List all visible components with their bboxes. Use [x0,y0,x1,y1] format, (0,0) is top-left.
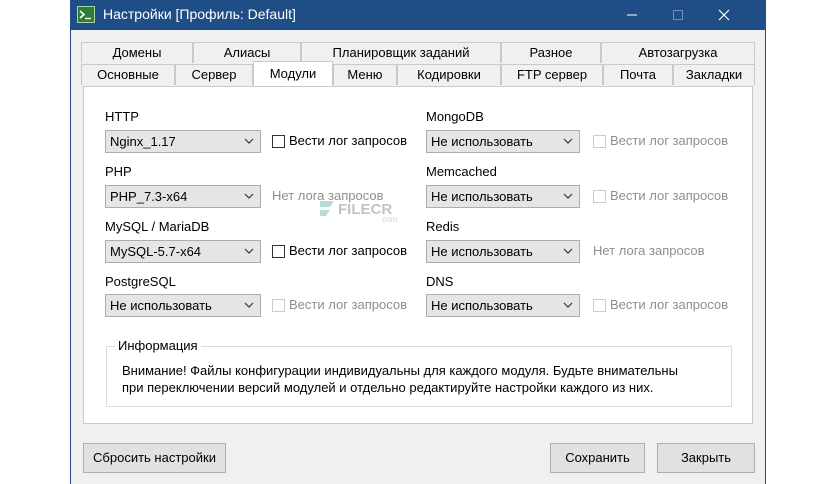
minimize-button[interactable] [609,0,655,30]
tab-domains[interactable]: Домены [81,42,193,63]
info-groupbox: Информация Внимание! Файлы конфигурации … [106,338,732,407]
close-button[interactable]: Закрыть [657,443,755,473]
php-select[interactable]: PHP_7.3-x64 [105,185,261,208]
title-bar[interactable]: Настройки [Профиль: Default] [71,0,765,30]
postgresql-select[interactable]: Не использовать [105,294,261,317]
settings-window: Настройки [Профиль: Default] Домены Алиа… [70,0,766,484]
chevron-down-icon [563,248,573,254]
php-select-value: PHP_7.3-x64 [110,189,188,204]
php-no-log-text: Нет лога запросов [272,188,384,203]
checkbox-box[interactable] [272,245,285,258]
info-title: Информация [115,338,201,353]
close-icon [718,9,730,21]
mongodb-label: MongoDB [426,109,484,124]
memcached-select[interactable]: Не использовать [426,185,580,208]
redis-select-value: Не использовать [431,244,533,259]
chevron-down-icon [244,193,254,199]
http-label: HTTP [105,109,139,124]
checkbox-box [593,190,606,203]
checkbox-box[interactable] [272,135,285,148]
memcached-label: Memcached [426,164,497,179]
dns-log-label: Вести лог запросов [610,297,729,312]
postgresql-log-label: Вести лог запросов [289,297,408,312]
info-line-1: Внимание! Файлы конфигурации индивидуаль… [122,363,678,378]
dns-select[interactable]: Не использовать [426,294,580,317]
mysql-log-label: Вести лог запросов [289,243,408,258]
app-icon [77,6,95,23]
mongodb-select[interactable]: Не использовать [426,130,580,153]
tab-encodings[interactable]: Кодировки [397,64,501,85]
tab-autoload[interactable]: Автозагрузка [601,42,755,63]
tab-menu[interactable]: Меню [333,64,397,85]
mongodb-select-value: Не использовать [431,134,533,149]
save-button[interactable]: Сохранить [550,443,645,473]
window-title: Настройки [Профиль: Default] [103,6,296,22]
php-label: PHP [105,164,132,179]
postgresql-label: PostgreSQL [105,274,176,289]
mysql-label: MySQL / MariaDB [105,219,210,234]
tab-aliases[interactable]: Алиасы [193,42,301,63]
svg-text:.com: .com [380,215,398,224]
http-select[interactable]: Nginx_1.17 [105,130,261,153]
tab-bookmarks[interactable]: Закладки [673,64,755,85]
dns-label: DNS [426,274,454,289]
mongodb-log-label: Вести лог запросов [610,133,729,148]
tab-modules[interactable]: Модули [253,61,333,86]
http-select-value: Nginx_1.17 [110,134,176,149]
redis-label: Redis [426,219,460,234]
checkbox-box [593,299,606,312]
redis-no-log-text: Нет лога запросов [593,243,705,258]
tab-scheduler[interactable]: Планировщик заданий [301,42,501,63]
chevron-down-icon [563,138,573,144]
modules-panel: FILECR .com HTTP Nginx_1.17 Вести лог за… [83,86,753,424]
checkbox-box [593,135,606,148]
maximize-button[interactable] [655,0,701,30]
mysql-select-value: MySQL-5.7-x64 [110,244,202,259]
postgresql-select-value: Не использовать [110,298,212,313]
memcached-select-value: Не использовать [431,189,533,204]
dns-select-value: Не использовать [431,298,533,313]
chevron-down-icon [244,302,254,308]
checkbox-box [272,299,285,312]
close-window-button[interactable] [701,0,747,30]
minimize-icon [627,14,637,16]
maximize-icon [673,10,683,20]
chevron-down-icon [563,193,573,199]
http-log-label: Вести лог запросов [289,133,408,148]
tab-ftp-server[interactable]: FTP сервер [501,64,603,85]
chevron-down-icon [244,248,254,254]
redis-select[interactable]: Не использовать [426,240,580,263]
tab-mail[interactable]: Почта [603,64,673,85]
mysql-select[interactable]: MySQL-5.7-x64 [105,240,261,263]
info-line-2: при переключении версий модулей и отдель… [122,380,654,395]
tab-general[interactable]: Основные [81,64,175,85]
chevron-down-icon [244,138,254,144]
tab-server[interactable]: Сервер [175,64,253,85]
reset-settings-button[interactable]: Сбросить настройки [83,443,226,473]
chevron-down-icon [563,302,573,308]
info-text: Внимание! Файлы конфигурации индивидуаль… [122,362,722,396]
memcached-log-label: Вести лог запросов [610,188,729,203]
tab-misc[interactable]: Разное [501,42,601,63]
